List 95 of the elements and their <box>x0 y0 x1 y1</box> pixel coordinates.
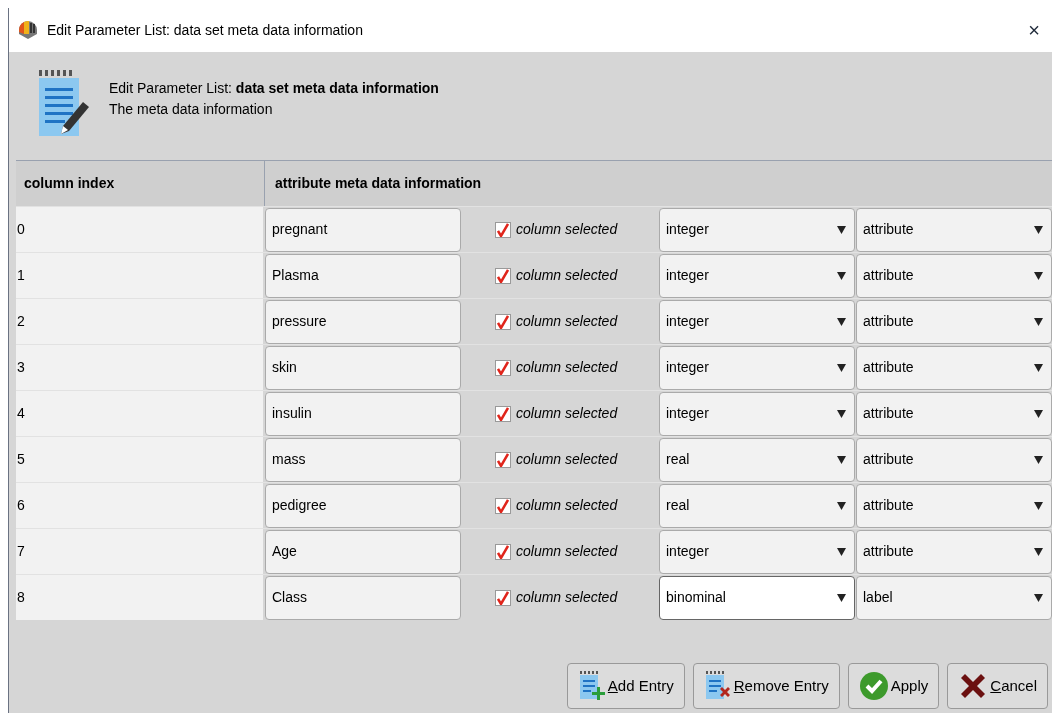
notepad-cross-icon <box>703 671 732 701</box>
dropdown-arrow-icon <box>837 547 846 556</box>
checkbox-label: column selected <box>516 588 618 607</box>
role-dropdown[interactable]: attribute <box>856 483 1052 528</box>
checkmark-icon <box>497 314 509 329</box>
checkmark-icon <box>497 498 509 513</box>
checkmark-icon <box>497 590 509 605</box>
checkbox[interactable] <box>495 497 511 514</box>
name-field[interactable]: mass <box>265 437 461 482</box>
dropdown-arrow-icon <box>837 271 846 280</box>
checkbox[interactable] <box>495 359 511 376</box>
table-cell: 2 <box>16 299 263 344</box>
role-dropdown[interactable]: attribute <box>856 253 1052 298</box>
checkbox-label: column selected <box>516 404 618 423</box>
remove-entry-button[interactable]: Remove Entry <box>692 663 840 709</box>
name-field[interactable]: Plasma <box>265 253 461 298</box>
dropdown-arrow-icon <box>1034 409 1043 418</box>
type-dropdown[interactable]: integer <box>659 253 855 298</box>
dropdown-arrow-icon <box>837 409 846 418</box>
dropdown-arrow-icon <box>837 225 846 234</box>
type-dropdown[interactable]: integer <box>659 345 855 390</box>
table-cell: 5 <box>16 437 263 482</box>
checkbox-label: column selected <box>516 220 618 239</box>
name-field[interactable]: pressure <box>265 299 461 344</box>
dropdown-arrow-icon <box>837 455 846 464</box>
table-cell: 0 <box>16 207 263 252</box>
type-dropdown[interactable]: integer <box>659 299 855 344</box>
check-circle-icon <box>858 671 889 701</box>
checkbox-label: column selected <box>516 496 618 515</box>
checkmark-icon <box>497 222 509 237</box>
checkmark-icon <box>497 544 509 559</box>
type-dropdown[interactable]: real <box>659 483 855 528</box>
checkbox[interactable] <box>495 221 511 238</box>
type-dropdown[interactable]: integer <box>659 207 855 252</box>
dropdown-arrow-icon <box>837 501 846 510</box>
table-cell: 8 <box>16 575 263 620</box>
role-dropdown[interactable]: attribute <box>856 207 1052 252</box>
name-field[interactable]: pregnant <box>265 207 461 252</box>
type-dropdown[interactable]: binominal <box>659 575 855 620</box>
dropdown-arrow-icon <box>1034 455 1043 464</box>
checkmark-icon <box>497 268 509 283</box>
table-cell: 7 <box>16 529 263 574</box>
header-description: The meta data information <box>109 100 274 119</box>
checkbox-label: column selected <box>516 266 618 285</box>
role-dropdown[interactable]: attribute <box>856 299 1052 344</box>
checkbox-label: column selected <box>516 542 618 561</box>
checkbox[interactable] <box>495 267 511 284</box>
checkbox[interactable] <box>495 543 511 560</box>
role-dropdown[interactable]: attribute <box>856 437 1052 482</box>
role-dropdown[interactable]: attribute <box>856 391 1052 436</box>
checkbox[interactable] <box>495 313 511 330</box>
checkmark-icon <box>497 360 509 375</box>
checkmark-icon <box>497 452 509 467</box>
dropdown-arrow-icon <box>1034 593 1043 602</box>
apply-button[interactable]: Apply <box>847 663 940 709</box>
checkmark-icon <box>497 406 509 421</box>
table-cell: 3 <box>16 345 263 390</box>
name-field[interactable]: insulin <box>265 391 461 436</box>
checkbox[interactable] <box>495 405 511 422</box>
dropdown-arrow-icon <box>1034 547 1043 556</box>
checkbox-label: column selected <box>516 312 618 331</box>
dropdown-arrow-icon <box>1034 317 1043 326</box>
role-dropdown[interactable]: attribute <box>856 345 1052 390</box>
dropdown-arrow-icon <box>1034 363 1043 372</box>
close-button[interactable]: × <box>1024 20 1044 40</box>
table-cell: 4 <box>16 391 263 436</box>
type-dropdown[interactable]: integer <box>659 529 855 574</box>
role-dropdown[interactable]: label <box>856 575 1052 620</box>
table-cell: 1 <box>16 253 263 298</box>
checkbox[interactable] <box>495 451 511 468</box>
notepad-plus-icon <box>577 671 606 701</box>
dropdown-arrow-icon <box>1034 271 1043 280</box>
name-field[interactable]: pedigree <box>265 483 461 528</box>
name-field[interactable]: Age <box>265 529 461 574</box>
table-cell: 6 <box>16 483 263 528</box>
dropdown-arrow-icon <box>837 317 846 326</box>
dropdown-arrow-icon <box>1034 225 1043 234</box>
checkbox[interactable] <box>495 589 511 606</box>
cancel-button[interactable]: Cancel <box>947 663 1048 709</box>
window-title: Edit Parameter List: data set meta data information <box>47 20 364 40</box>
add-entry-button[interactable]: Add Entry <box>566 663 685 709</box>
column-header: attribute meta data information <box>274 174 483 193</box>
column-header: column index <box>16 161 265 206</box>
name-field[interactable]: skin <box>265 345 461 390</box>
name-field[interactable]: Class <box>265 575 461 620</box>
role-dropdown[interactable]: attribute <box>856 529 1052 574</box>
dropdown-arrow-icon <box>1034 501 1043 510</box>
dropdown-arrow-icon <box>837 593 846 602</box>
app-logo-icon <box>17 20 39 40</box>
checkbox-label: column selected <box>516 358 618 377</box>
type-dropdown[interactable]: integer <box>659 391 855 436</box>
type-dropdown[interactable]: real <box>659 437 855 482</box>
header-title: Edit Parameter List: data set meta data information <box>109 79 439 98</box>
dropdown-arrow-icon <box>837 363 846 372</box>
checkbox-label: column selected <box>516 450 618 469</box>
